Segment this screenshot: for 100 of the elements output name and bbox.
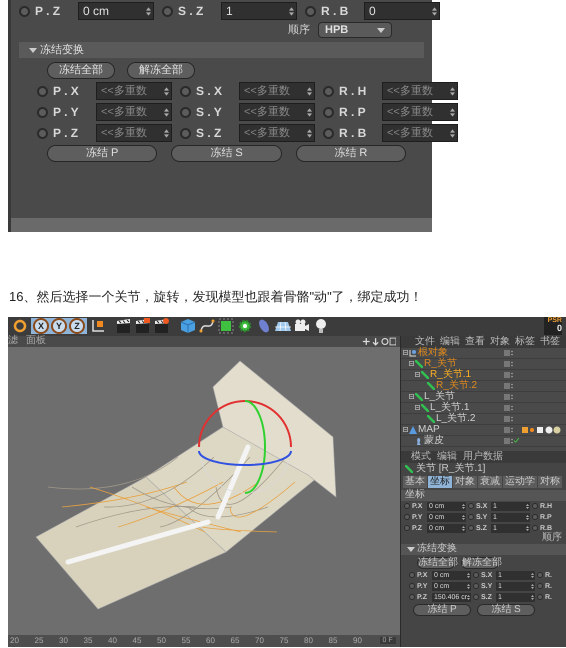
radio-button[interactable] [537, 583, 543, 589]
spinner-icon[interactable] [307, 86, 312, 96]
attribute-tab[interactable]: 坐标 [428, 476, 452, 488]
object-name[interactable]: L_关节 [424, 392, 456, 402]
menu-item[interactable]: 查看 [465, 336, 485, 346]
menu-item[interactable]: 文件 [415, 336, 435, 346]
spinner-icon[interactable] [307, 108, 312, 116]
radio-button[interactable] [409, 583, 415, 589]
attribute-tab[interactable]: 基本 [403, 476, 427, 488]
value-field[interactable]: 0 [364, 2, 440, 20]
radio-button[interactable] [162, 6, 173, 16]
radio-button[interactable] [473, 583, 479, 589]
axis-button[interactable]: Z [69, 318, 85, 334]
value-field[interactable]: <<多重数 [382, 124, 458, 142]
spinner-icon[interactable] [526, 526, 529, 530]
radio-button[interactable] [473, 572, 479, 578]
freeze-button[interactable]: 冻结 P [413, 604, 471, 616]
rotate-icon[interactable] [12, 318, 28, 334]
radio-button[interactable] [537, 572, 543, 578]
section-header[interactable]: 坐标 [401, 490, 566, 500]
radio-button[interactable] [37, 106, 48, 118]
value-field[interactable]: <<多重数 [239, 124, 315, 142]
axis-button[interactable]: Y [51, 318, 67, 334]
spinner-icon[interactable] [462, 504, 465, 508]
spinner-icon[interactable] [467, 594, 470, 600]
freeze-button[interactable]: 冻结 S [171, 145, 282, 162]
radio-button[interactable] [468, 514, 474, 520]
section-header[interactable]: 冻结变换 [401, 544, 566, 554]
viewport-canvas[interactable] [8, 346, 400, 634]
radio-button[interactable] [473, 594, 479, 600]
expander-icon[interactable] [409, 394, 414, 399]
freeze-button[interactable]: 冻结全部 [417, 556, 455, 568]
cube-icon[interactable] [180, 318, 196, 334]
menu-item[interactable]: 书签 [540, 336, 560, 346]
axis-button[interactable]: X [33, 318, 49, 334]
spinner-icon[interactable] [450, 86, 455, 96]
light-bulb-icon[interactable] [313, 318, 329, 334]
check-icon[interactable] [514, 438, 519, 443]
spinner-icon[interactable] [289, 6, 294, 16]
spinner-icon[interactable] [146, 6, 151, 16]
spinner-icon[interactable] [526, 514, 529, 520]
value-field[interactable]: <<多重数 [96, 124, 172, 142]
clapperboard-icon[interactable] [154, 318, 170, 334]
object-name[interactable]: R_关节.1 [430, 370, 472, 380]
spinner-icon[interactable] [526, 504, 529, 508]
spinner-icon[interactable] [462, 526, 465, 530]
radio-button[interactable] [404, 503, 410, 509]
spinner-icon[interactable] [531, 572, 534, 578]
radio-button[interactable] [180, 86, 191, 96]
value-field[interactable]: <<多重数 [96, 82, 172, 100]
radio-button[interactable] [468, 503, 474, 509]
radio-button[interactable] [532, 514, 538, 520]
expander-icon[interactable] [403, 427, 408, 432]
value-field[interactable]: 1 [221, 2, 297, 20]
radio-button[interactable] [37, 86, 48, 96]
object-name[interactable]: R_关节.2 [436, 380, 478, 390]
radio-button[interactable] [532, 503, 538, 509]
attribute-tab[interactable]: 对象 [453, 476, 477, 488]
clapperboard-icon[interactable] [116, 318, 132, 334]
radio-button[interactable] [180, 106, 191, 118]
spinner-icon[interactable] [467, 572, 470, 578]
menu-item[interactable]: 用户数据 [463, 452, 503, 462]
expander-icon[interactable] [415, 405, 420, 410]
cube-icon[interactable] [218, 318, 234, 334]
spinner-icon[interactable] [450, 128, 455, 138]
menu-item[interactable]: 模式 [411, 452, 431, 462]
radio-button[interactable] [305, 6, 316, 16]
object-name[interactable]: 蒙皮 [424, 436, 444, 446]
value-field[interactable]: <<多重数 [382, 103, 458, 121]
menu-item[interactable]: 标签 [515, 336, 535, 346]
clapperboard-icon[interactable] [135, 318, 151, 334]
attribute-tab[interactable]: 运动学 [503, 476, 537, 488]
camera-icon[interactable] [294, 318, 310, 334]
freeze-button[interactable]: 解冻全部 [461, 556, 499, 568]
radio-button[interactable] [323, 128, 334, 138]
value-field[interactable]: <<多重数 [96, 103, 172, 121]
spinner-icon[interactable] [164, 128, 169, 138]
spinner-icon[interactable] [164, 86, 169, 96]
spinner-icon[interactable] [307, 128, 312, 138]
value-field[interactable]: 0 cm [78, 2, 154, 20]
expander-icon[interactable] [409, 361, 414, 366]
material-tags-icon[interactable] [522, 426, 562, 434]
object-name[interactable]: R_关节 [424, 358, 457, 368]
section-header[interactable]: 冻结变换 [19, 42, 424, 58]
radio-button[interactable] [468, 525, 474, 531]
freeze-button[interactable]: 冻结 R [296, 145, 406, 162]
radio-button[interactable] [180, 128, 191, 138]
value-field[interactable]: <<多重数 [239, 82, 315, 100]
radio-button[interactable] [532, 525, 538, 531]
menu-item[interactable]: 编辑 [437, 452, 457, 462]
menu-item[interactable]: 对象 [490, 336, 510, 346]
spinner-icon[interactable] [531, 594, 534, 600]
spinner-icon[interactable] [450, 108, 455, 116]
viewport-menu-item[interactable]: 面板 [26, 336, 46, 346]
axes-icon[interactable] [90, 318, 106, 334]
expander-icon[interactable] [403, 350, 408, 355]
radio-button[interactable] [404, 514, 410, 520]
menu-item[interactable]: 编辑 [440, 336, 460, 346]
freeze-button[interactable]: 冻结 S [477, 604, 535, 616]
radio-button[interactable] [404, 525, 410, 531]
